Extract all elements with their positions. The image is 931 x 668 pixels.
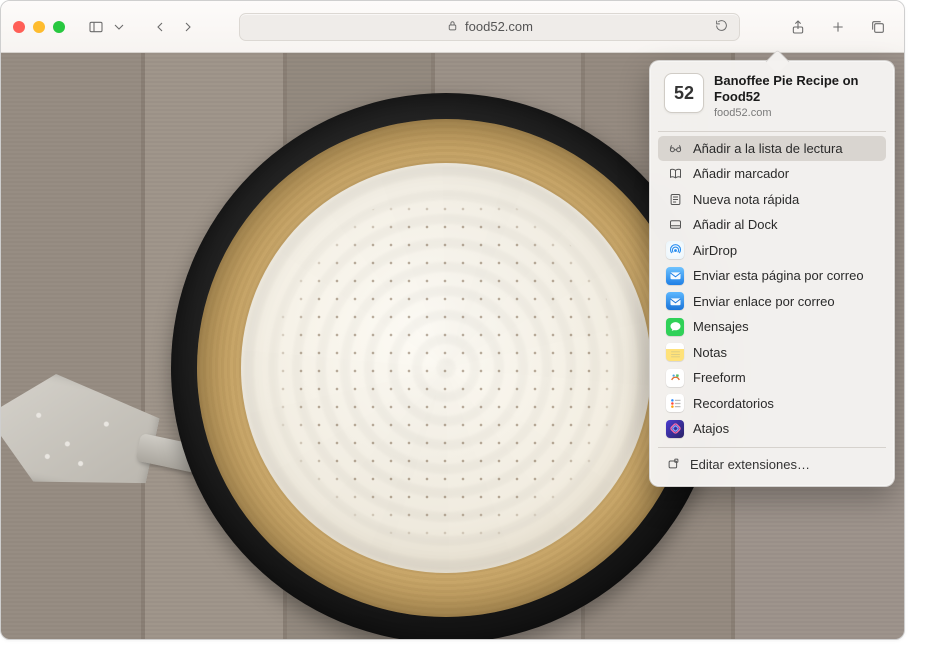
share-edit-extensions[interactable]: Editar extensiones… xyxy=(658,452,886,478)
glasses-icon xyxy=(666,139,684,157)
reminders-icon xyxy=(666,394,684,412)
forward-button[interactable] xyxy=(175,15,201,39)
share-footer-label: Editar extensiones… xyxy=(690,457,810,472)
share-item-label: Atajos xyxy=(693,419,729,439)
share-item-label: Recordatorios xyxy=(693,394,774,414)
freeform-icon xyxy=(666,369,684,387)
note-icon xyxy=(666,190,684,208)
share-item-freeform[interactable]: Freeform xyxy=(658,365,886,391)
share-item-email-page[interactable]: Enviar esta página por correo xyxy=(658,263,886,289)
share-popover-header: 52 Banoffee Pie Recipe on Food52 food52.… xyxy=(658,71,886,129)
airdrop-icon xyxy=(666,241,684,259)
address-bar[interactable]: food52.com xyxy=(239,13,740,41)
notes-icon xyxy=(666,343,684,361)
tab-overview-button[interactable] xyxy=(864,15,892,39)
share-item-label: Añadir al Dock xyxy=(693,215,778,235)
mail-icon xyxy=(666,267,684,285)
mail-link-icon xyxy=(666,292,684,310)
share-item-label: Nueva nota rápida xyxy=(693,190,799,210)
share-item-shortcuts[interactable]: Atajos xyxy=(658,416,886,442)
share-button[interactable] xyxy=(784,15,812,39)
share-title: Banoffee Pie Recipe on Food52 xyxy=(714,73,880,106)
window-controls xyxy=(13,21,65,33)
sidebar-menu-chevron-icon[interactable] xyxy=(111,15,127,39)
minimize-window-button[interactable] xyxy=(33,21,45,33)
share-item-airdrop[interactable]: AirDrop xyxy=(658,238,886,264)
share-item-label: AirDrop xyxy=(693,241,737,261)
toolbar: food52.com xyxy=(1,1,904,53)
share-item-email-link[interactable]: Enviar enlace por correo xyxy=(658,289,886,315)
pie-image xyxy=(171,93,721,639)
share-item-quick-note[interactable]: Nueva nota rápida xyxy=(658,187,886,213)
close-window-button[interactable] xyxy=(13,21,25,33)
new-tab-button[interactable] xyxy=(824,15,852,39)
share-item-label: Mensajes xyxy=(693,317,749,337)
share-item-reminders[interactable]: Recordatorios xyxy=(658,391,886,417)
separator xyxy=(658,447,886,448)
share-popover: 52 Banoffee Pie Recipe on Food52 food52.… xyxy=(649,60,895,487)
fullscreen-window-button[interactable] xyxy=(53,21,65,33)
sidebar-toggle-button[interactable] xyxy=(83,15,109,39)
address-bar-domain: food52.com xyxy=(465,19,533,34)
safari-window: food52.com xyxy=(0,0,905,640)
share-item-label: Freeform xyxy=(693,368,746,388)
share-item-label: Añadir a la lista de lectura xyxy=(693,139,843,159)
share-item-notes[interactable]: Notas xyxy=(658,340,886,366)
separator xyxy=(658,131,886,132)
share-subtitle: food52.com xyxy=(714,107,880,119)
shortcuts-icon xyxy=(666,420,684,438)
share-item-label: Enviar enlace por correo xyxy=(693,292,835,312)
share-item-label: Añadir marcador xyxy=(693,164,789,184)
share-item-add-to-dock[interactable]: Añadir al Dock xyxy=(658,212,886,238)
lock-icon xyxy=(446,19,459,35)
dock-icon xyxy=(666,216,684,234)
share-item-label: Enviar esta página por correo xyxy=(693,266,864,286)
share-thumbnail-text: 52 xyxy=(674,83,694,104)
share-item-label: Notas xyxy=(693,343,727,363)
share-item-messages[interactable]: Mensajes xyxy=(658,314,886,340)
reload-button[interactable] xyxy=(715,19,731,35)
book-icon xyxy=(666,165,684,183)
share-thumbnail: 52 xyxy=(664,73,704,113)
extensions-icon xyxy=(666,456,681,474)
share-item-bookmark[interactable]: Añadir marcador xyxy=(658,161,886,187)
share-item-reading-list[interactable]: Añadir a la lista de lectura xyxy=(658,136,886,162)
messages-icon xyxy=(666,318,684,336)
back-button[interactable] xyxy=(147,15,173,39)
